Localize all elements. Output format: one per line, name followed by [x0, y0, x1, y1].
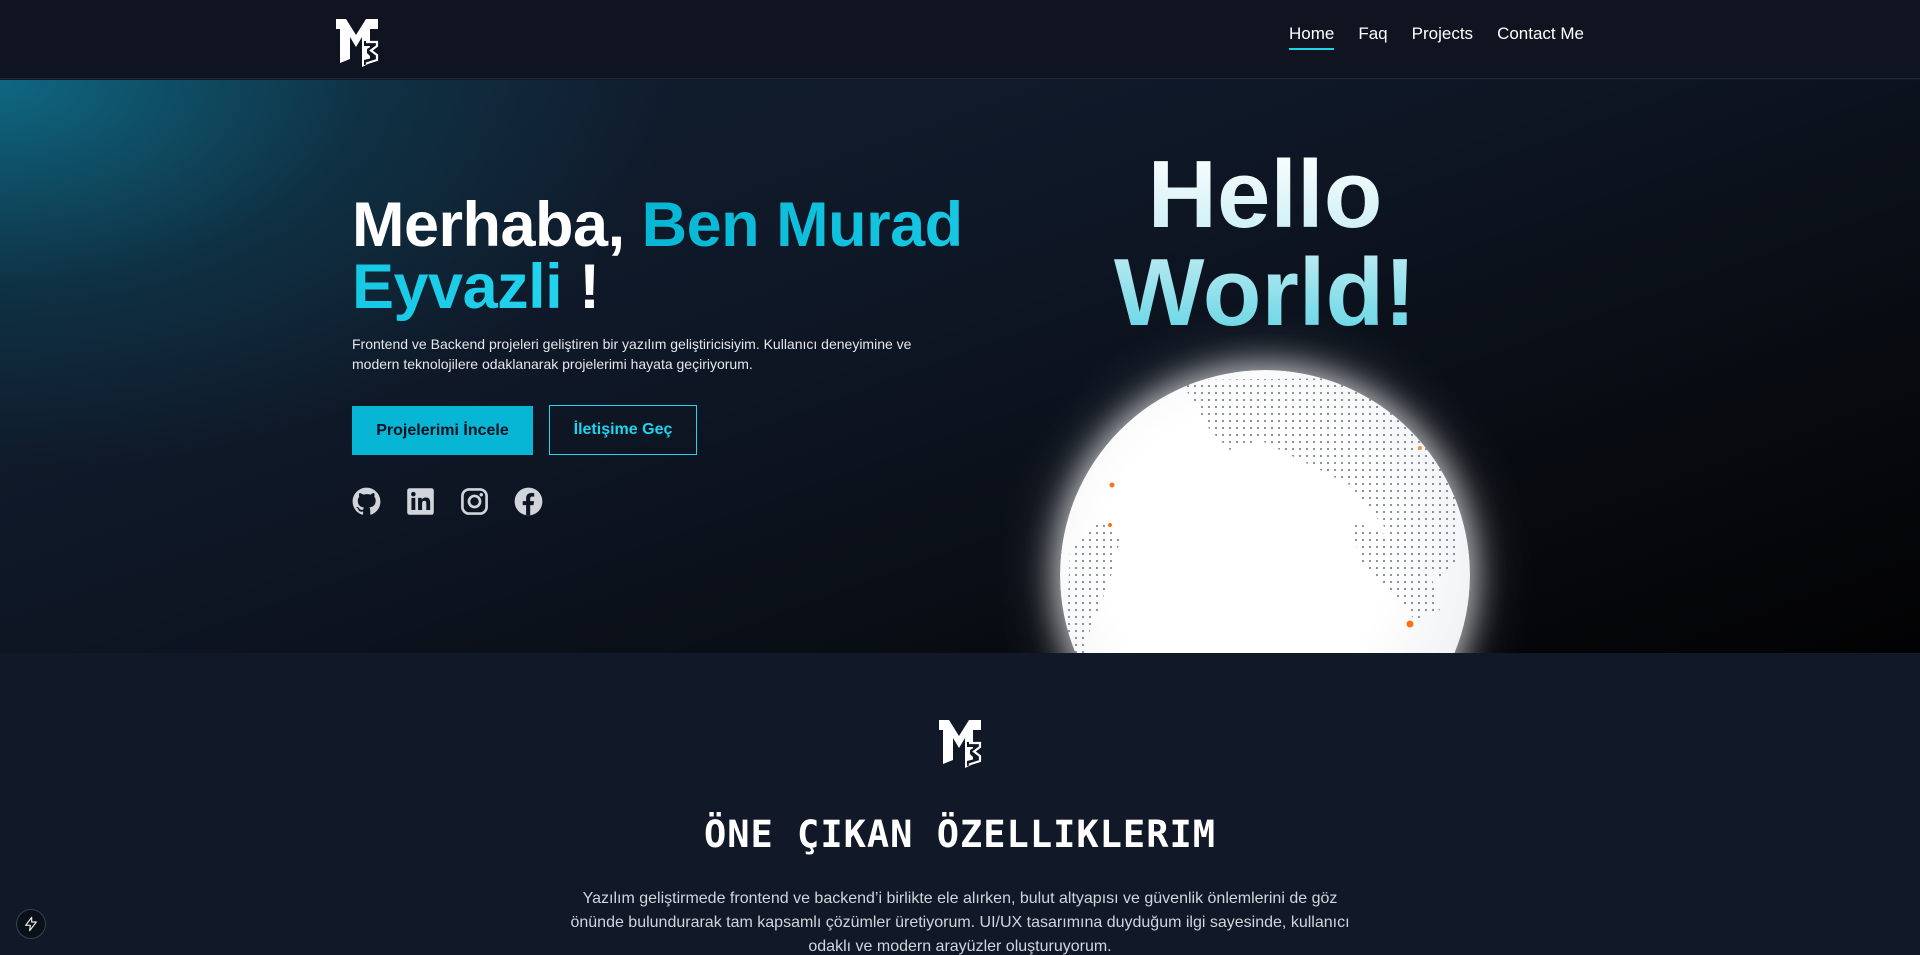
hero-title-greeting: Merhaba,: [352, 190, 625, 260]
hello-line: Hello: [1147, 141, 1383, 248]
view-projects-button[interactable]: Projelerimi İncele: [352, 406, 533, 455]
instagram-icon[interactable]: [460, 487, 489, 516]
hero-title: Merhaba, Ben Murad Eyvazli !: [352, 194, 992, 319]
features-title: ÖNE ÇIKAN ÖZELLIKLERIM: [703, 813, 1217, 856]
social-links: [352, 487, 543, 516]
globe-container: [1000, 280, 1560, 653]
hero-title-exclamation: !: [579, 252, 600, 322]
github-icon[interactable]: [352, 487, 381, 516]
mb-monogram-logo-icon: [939, 720, 982, 768]
main-nav: Home Faq Projects Contact Me: [1288, 24, 1584, 50]
mb-monogram-logo-icon: [336, 19, 379, 67]
hero-section: Merhaba, Ben Murad Eyvazli ! Frontend ve…: [0, 80, 1920, 653]
hero-description: Frontend ve Backend projeleri geliştiren…: [352, 336, 912, 372]
globe-dot-map: [1065, 378, 1460, 653]
nav-home[interactable]: Home: [1288, 24, 1335, 50]
site-logo[interactable]: [334, 15, 380, 67]
nav-projects[interactable]: Projects: [1412, 24, 1473, 50]
floating-action-button[interactable]: [16, 909, 46, 939]
lightning-bolt-icon: [25, 916, 37, 932]
features-logo: [937, 716, 983, 768]
nav-contact-me[interactable]: Contact Me: [1497, 24, 1584, 50]
features-description: Yazılım geliştirmede frontend ve backend…: [570, 890, 1350, 955]
linkedin-icon[interactable]: [406, 487, 435, 516]
interactive-globe[interactable]: [1060, 370, 1470, 653]
nav-faq[interactable]: Faq: [1358, 24, 1387, 50]
features-section: ÖNE ÇIKAN ÖZELLIKLERIM Yazılım geliştirm…: [0, 653, 1920, 955]
facebook-icon[interactable]: [514, 487, 543, 516]
get-in-touch-button[interactable]: İletişime Geç: [549, 405, 697, 455]
top-navbar: Home Faq Projects Contact Me: [0, 0, 1920, 79]
